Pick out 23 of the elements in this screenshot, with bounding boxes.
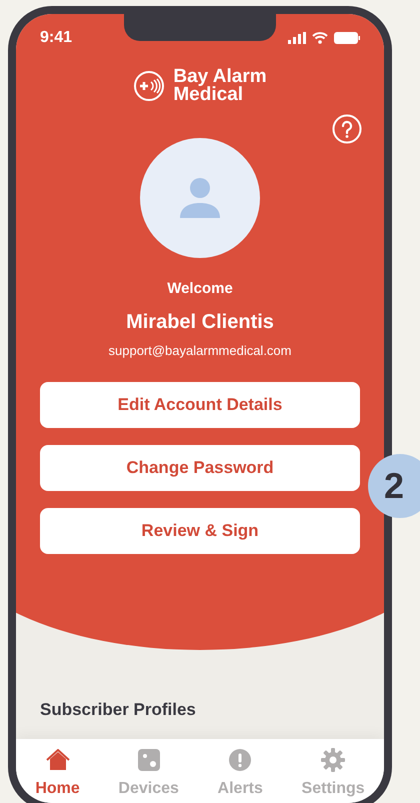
user-name: Mirabel Clientis — [126, 310, 274, 334]
nav-tab[interactable]: Alerts — [216, 747, 265, 801]
brand-name: Bay Alarm — [173, 68, 267, 86]
user-email: support@bayalarmmedical.com — [108, 342, 292, 360]
logo-icon — [133, 70, 166, 102]
house-icon — [46, 749, 70, 771]
action-button[interactable]: Review & Sign — [40, 508, 360, 554]
section-title: Subscriber Profiles — [40, 700, 196, 719]
battery-icon — [334, 32, 360, 44]
nav-tab[interactable]: Devices — [116, 747, 181, 801]
signal-icon — [288, 32, 306, 44]
action-button[interactable]: Edit Account Details — [40, 382, 360, 428]
welcome-text: Welcome — [167, 279, 233, 299]
status-time: 9:41 — [40, 28, 72, 48]
nav-tab[interactable]: Home — [33, 747, 82, 801]
device-icon — [138, 749, 160, 771]
help-icon[interactable] — [332, 114, 362, 144]
action-button[interactable]: Change Password — [40, 445, 360, 491]
brand-name: Medical — [173, 86, 244, 104]
alert-icon — [229, 749, 252, 771]
settings-icon — [321, 748, 346, 772]
wifi-icon — [312, 32, 328, 44]
nav-tab[interactable]: Settings — [300, 747, 367, 801]
